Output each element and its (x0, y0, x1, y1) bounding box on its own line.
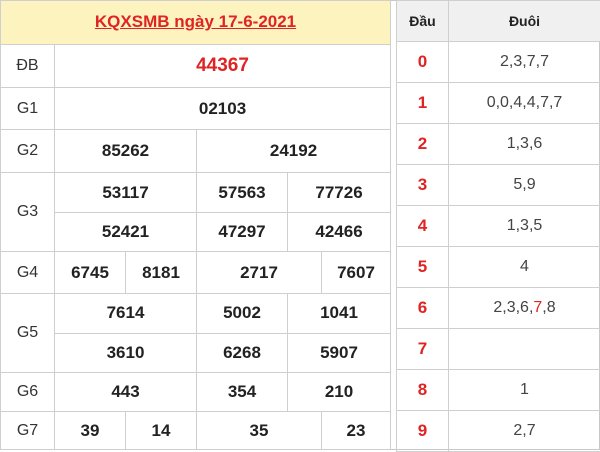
prize-g6-value-1: 443 (55, 372, 197, 411)
dau-row: 6 2,3,6,7,8 (397, 288, 600, 329)
dau-row: 4 1,3,5 (397, 206, 600, 247)
prize-g5-value-3: 1041 (288, 294, 391, 333)
dau-value: 5 (397, 247, 449, 288)
prize-label-g1: G1 (1, 88, 55, 130)
dau-duoi-table: Đầu Đuôi 0 2,3,7,7 1 0,0,4,4,7,7 2 1,3,6… (396, 0, 600, 452)
prize-db-value: 44367 (55, 44, 391, 88)
dau-row: 1 0,0,4,4,7,7 (397, 83, 600, 124)
prize-g7-value-2: 14 (126, 412, 197, 450)
prize-g3-value-5: 47297 (197, 212, 288, 251)
dau-value: 9 (397, 411, 449, 452)
dau-row: 0 2,3,7,7 (397, 42, 600, 83)
duoi-part: 2,3,6, (493, 299, 533, 316)
prize-g1-value: 02103 (55, 88, 391, 130)
dau-row: 5 4 (397, 247, 600, 288)
duoi-value: 0,0,4,4,7,7 (449, 83, 600, 124)
prize-g2-value-2: 24192 (197, 129, 391, 173)
prize-g5-value-4: 3610 (55, 333, 197, 372)
prize-label-g3: G3 (1, 173, 55, 252)
duoi-value: 2,7 (449, 411, 600, 452)
dau-value: 1 (397, 83, 449, 124)
prize-g3-value-2: 57563 (197, 173, 288, 212)
dau-row: 9 2,7 (397, 411, 600, 452)
duoi-value: 1,3,6 (449, 124, 600, 165)
dau-row: 3 5,9 (397, 165, 600, 206)
dau-value: 8 (397, 370, 449, 411)
prize-label-g2: G2 (1, 129, 55, 173)
prize-g3-value-3: 77726 (288, 173, 391, 212)
results-table: KQXSMB ngày 17-6-2021 ĐB 44367 G1 02103 … (0, 0, 391, 450)
prize-g4-value-4: 7607 (322, 252, 391, 294)
dau-value: 0 (397, 42, 449, 83)
dau-row: 7 (397, 329, 600, 370)
prize-g7-value-4: 23 (322, 412, 391, 450)
duoi-value (449, 329, 600, 370)
prize-g4-value-3: 2717 (197, 252, 322, 294)
duoi-value: 2,3,6,7,8 (449, 288, 600, 329)
dau-value: 2 (397, 124, 449, 165)
dau-row: 8 1 (397, 370, 600, 411)
prize-g5-value-2: 5002 (197, 294, 288, 333)
prize-g7-value-3: 35 (197, 412, 322, 450)
prize-g5-value-5: 6268 (197, 333, 288, 372)
duoi-value: 1 (449, 370, 600, 411)
duoi-highlight: 7 (533, 299, 542, 316)
prize-g5-value-1: 7614 (55, 294, 197, 333)
prize-label-g6: G6 (1, 372, 55, 411)
duoi-value: 2,3,7,7 (449, 42, 600, 83)
prize-g4-value-2: 8181 (126, 252, 197, 294)
duoi-value: 4 (449, 247, 600, 288)
header-duoi: Đuôi (449, 1, 600, 42)
header-dau: Đầu (397, 1, 449, 42)
prize-g3-value-1: 53117 (55, 173, 197, 212)
duoi-value: 1,3,5 (449, 206, 600, 247)
dau-value: 3 (397, 165, 449, 206)
prize-g6-value-3: 210 (288, 372, 391, 411)
prize-g6-value-2: 354 (197, 372, 288, 411)
prize-label-db: ĐB (1, 44, 55, 88)
prize-g2-value-1: 85262 (55, 129, 197, 173)
prize-g5-value-6: 5907 (288, 333, 391, 372)
dau-value: 7 (397, 329, 449, 370)
duoi-part: ,8 (542, 299, 555, 316)
prize-label-g4: G4 (1, 252, 55, 294)
duoi-value: 5,9 (449, 165, 600, 206)
prize-g3-value-4: 52421 (55, 212, 197, 251)
dau-row: 2 1,3,6 (397, 124, 600, 165)
prize-label-g5: G5 (1, 294, 55, 373)
prize-g3-value-6: 42466 (288, 212, 391, 251)
prize-label-g7: G7 (1, 412, 55, 450)
dau-value: 4 (397, 206, 449, 247)
page-title[interactable]: KQXSMB ngày 17-6-2021 (1, 1, 391, 45)
prize-g7-value-1: 39 (55, 412, 126, 450)
dau-value: 6 (397, 288, 449, 329)
prize-g4-value-1: 6745 (55, 252, 126, 294)
